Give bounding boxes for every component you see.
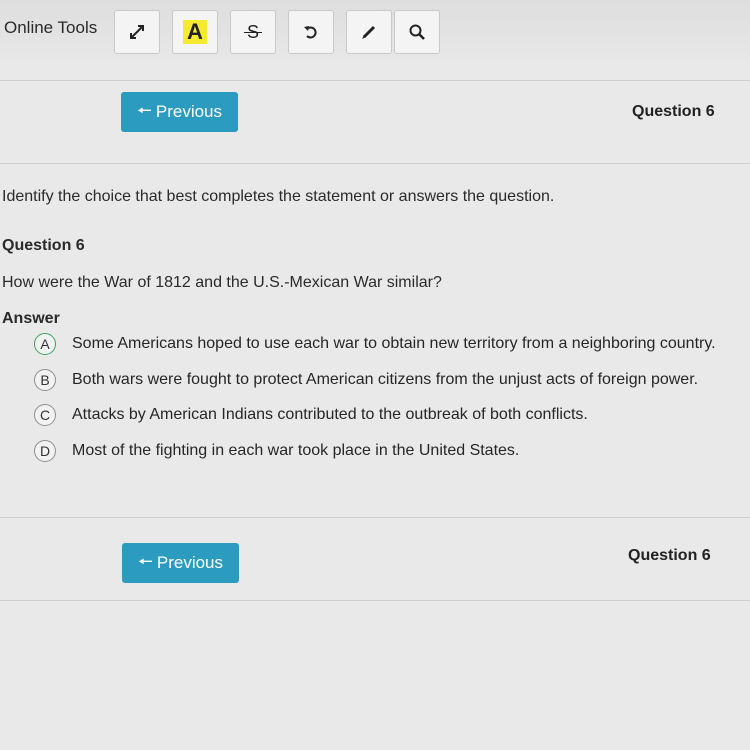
arrow-left-icon: 🠔	[137, 551, 153, 571]
expand-icon	[130, 25, 144, 39]
previous-button-bottom[interactable]: 🠔 Previous	[122, 543, 239, 583]
choice-c-text: Attacks by American Indians contributed …	[72, 406, 588, 423]
choice-b[interactable]: B Both wars were fought to protect Ameri…	[34, 369, 698, 391]
toolbar-title: Online Tools	[4, 18, 98, 37]
undo-button[interactable]	[288, 10, 334, 54]
previous-label: Previous	[156, 553, 223, 572]
question-text: How were the War of 1812 and the U.S.-Me…	[2, 274, 442, 291]
choice-a[interactable]: A Some Americans hoped to use each war t…	[34, 333, 716, 355]
search-icon	[409, 24, 425, 40]
instructions-text: Identify the choice that best completes …	[2, 188, 555, 205]
previous-button[interactable]: 🠔 Previous	[121, 92, 238, 132]
choice-a-text: Some Americans hoped to use each war to …	[72, 335, 716, 352]
choice-c-radio[interactable]: C	[34, 404, 56, 426]
pencil-icon	[362, 25, 376, 39]
choice-b-text: Both wars were fought to protect America…	[72, 371, 699, 388]
highlight-icon: A	[183, 20, 207, 44]
question-number-label: Question 6	[632, 103, 715, 120]
choice-d-text: Most of the fighting in each war took pl…	[72, 442, 520, 459]
expand-button[interactable]	[114, 10, 160, 54]
answer-label: Answer	[2, 310, 60, 327]
highlight-button[interactable]: A	[172, 10, 218, 54]
question-heading: Question 6	[2, 237, 85, 254]
choice-d[interactable]: D Most of the fighting in each war took …	[34, 440, 519, 462]
pencil-button[interactable]	[346, 10, 392, 54]
divider	[0, 80, 750, 81]
choice-a-radio[interactable]: A	[34, 333, 56, 355]
choice-d-radio[interactable]: D	[34, 440, 56, 462]
toolbar: Online Tools A S	[0, 0, 750, 62]
divider	[0, 517, 750, 518]
strikethrough-icon: S	[243, 22, 262, 43]
divider	[0, 600, 750, 601]
undo-icon	[304, 26, 317, 39]
choice-b-radio[interactable]: B	[34, 369, 56, 391]
previous-label: Previous	[155, 102, 222, 121]
arrow-left-icon: 🠔	[136, 100, 152, 120]
divider	[0, 163, 750, 164]
question-number-label-bottom: Question 6	[628, 547, 711, 564]
choice-c[interactable]: C Attacks by American Indians contribute…	[34, 404, 588, 426]
search-button[interactable]	[394, 10, 440, 54]
strikethrough-button[interactable]: S	[230, 10, 276, 54]
